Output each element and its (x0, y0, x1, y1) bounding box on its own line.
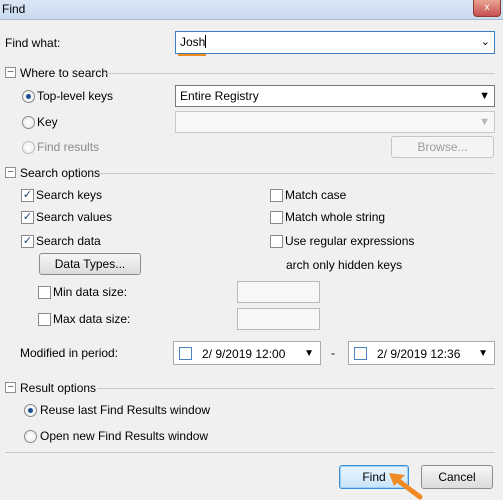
chevron-down-icon[interactable]: ⌄ (481, 36, 490, 48)
min-data-size-field[interactable] (237, 281, 320, 303)
find-results-label: Find results (37, 140, 100, 154)
date-separator: - (331, 346, 335, 360)
close-icon: x (484, 2, 490, 13)
browse-button[interactable]: Browse... (391, 136, 494, 158)
modified-to-checkbox[interactable] (354, 347, 367, 360)
window-title: Find (2, 2, 26, 16)
reuse-window-radio[interactable] (24, 404, 37, 417)
collapse-where-to-search-icon[interactable]: – (5, 67, 16, 78)
group-divider (97, 388, 495, 389)
top-level-keys-label: Top-level keys (37, 89, 114, 103)
close-button[interactable]: x (473, 0, 501, 17)
data-types-button[interactable]: Data Types... (39, 253, 141, 275)
modified-from-datepicker[interactable]: 2/ 9/2019 12:00 ▼ (173, 341, 321, 365)
min-data-size-label: Min data size: (53, 285, 128, 299)
text-caret (205, 35, 207, 48)
title-bar (0, 0, 503, 20)
use-regular-expressions-label: Use regular expressions (285, 234, 415, 248)
top-level-keys-radio[interactable] (22, 90, 35, 103)
key-radio[interactable] (22, 116, 35, 129)
find-results-radio[interactable] (22, 141, 35, 154)
match-whole-string-label: Match whole string (285, 210, 386, 224)
find-what-value: Josh (180, 35, 206, 49)
search-values-label: Search values (36, 210, 113, 224)
search-data-checkbox[interactable]: ✓ (21, 235, 34, 248)
modified-from-checkbox[interactable] (179, 347, 192, 360)
pointer-arrow-icon (389, 473, 423, 500)
search-values-checkbox[interactable]: ✓ (21, 211, 34, 224)
dropdown-arrow-icon: ▼ (479, 116, 490, 128)
key-combobox[interactable]: ▼ (175, 111, 495, 133)
where-to-search-header: Where to search (20, 66, 109, 80)
dropdown-arrow-icon: ▼ (304, 348, 314, 359)
search-options-header: Search options (20, 166, 101, 180)
search-keys-label: Search keys (36, 188, 103, 202)
search-only-hidden-keys-label: arch only hidden keys (286, 258, 403, 272)
collapse-result-options-icon[interactable]: – (5, 382, 16, 393)
modified-to-value: 2/ 9/2019 12:36 (377, 347, 461, 361)
open-new-window-label: Open new Find Results window (40, 429, 209, 443)
footer-divider (5, 452, 495, 453)
collapse-search-options-icon[interactable]: – (5, 167, 16, 178)
match-case-label: Match case (285, 188, 347, 202)
group-divider (98, 173, 495, 174)
modified-to-datepicker[interactable]: 2/ 9/2019 12:36 ▼ (348, 341, 495, 365)
min-data-size-checkbox[interactable] (38, 286, 51, 299)
reuse-window-label: Reuse last Find Results window (40, 403, 211, 417)
top-level-keys-value: Entire Registry (180, 89, 259, 103)
result-options-header: Result options (20, 381, 97, 395)
match-case-checkbox[interactable] (270, 189, 283, 202)
modified-in-period-label: Modified in period: (20, 346, 119, 360)
max-data-size-field[interactable] (237, 308, 320, 330)
match-whole-string-checkbox[interactable] (270, 211, 283, 224)
find-what-label: Find what: (5, 36, 61, 50)
cancel-button[interactable]: Cancel (421, 465, 493, 489)
dropdown-arrow-icon: ▼ (479, 90, 490, 102)
spellcheck-underline (178, 54, 206, 56)
dropdown-arrow-icon: ▼ (478, 348, 488, 359)
search-keys-checkbox[interactable]: ✓ (21, 189, 34, 202)
max-data-size-label: Max data size: (53, 312, 131, 326)
modified-from-value: 2/ 9/2019 12:00 (202, 347, 286, 361)
key-label: Key (37, 115, 58, 129)
open-new-window-radio[interactable] (24, 430, 37, 443)
max-data-size-checkbox[interactable] (38, 313, 51, 326)
top-level-keys-dropdown[interactable]: Entire Registry ▼ (175, 85, 495, 107)
group-divider (105, 73, 495, 74)
use-regular-expressions-checkbox[interactable] (270, 235, 283, 248)
find-what-combobox[interactable]: Josh ⌄ (175, 31, 495, 54)
search-data-label: Search data (36, 234, 101, 248)
